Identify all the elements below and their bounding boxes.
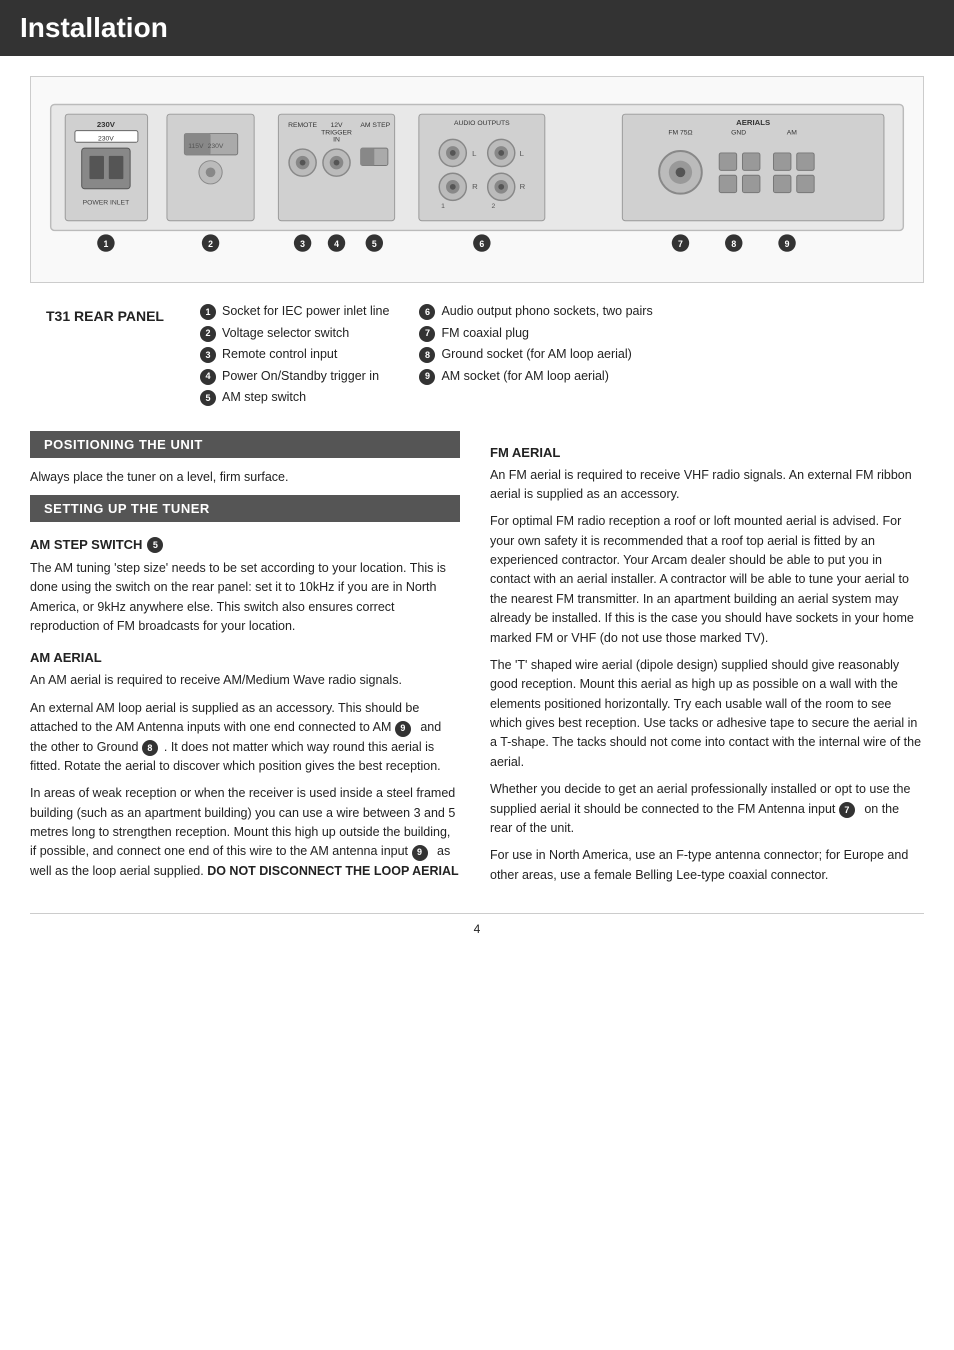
fm-aerial-section: FM AERIAL An FM aerial is required to re… [490, 445, 924, 886]
panel-item-6-text: Audio output phono sockets, two pairs [441, 303, 652, 321]
svg-text:REMOTE: REMOTE [288, 122, 317, 129]
am-step-body: The AM tuning 'step size' needs to be se… [30, 559, 460, 637]
panel-item-9: 9 AM socket (for AM loop aerial) [419, 368, 652, 386]
svg-text:POWER INLET: POWER INLET [83, 199, 130, 206]
num-circle-2: 2 [200, 326, 216, 342]
svg-text:230V: 230V [208, 143, 224, 150]
svg-text:12V: 12V [330, 122, 343, 129]
svg-text:3: 3 [300, 239, 305, 249]
num-circle-6: 6 [419, 304, 435, 320]
panel-item-3: 3 Remote control input [200, 346, 389, 364]
page-number: 4 [30, 913, 924, 936]
rear-panel-diagram: 230V 230V POWER INLET 1 115V 230V 2 [41, 92, 913, 272]
panel-item-3-text: Remote control input [222, 346, 337, 364]
svg-text:230V: 230V [98, 135, 114, 142]
rear-panel-title: T31 REAR PANEL [30, 303, 180, 411]
rear-panel-section: T31 REAR PANEL 1 Socket for IEC power in… [30, 303, 924, 411]
positioning-body: Always place the tuner on a level, firm … [30, 468, 460, 487]
svg-text:L: L [472, 149, 477, 158]
svg-text:4: 4 [334, 239, 339, 249]
svg-text:2: 2 [492, 203, 496, 210]
svg-text:AERIALS: AERIALS [736, 118, 770, 127]
am-step-num: 5 [147, 537, 163, 553]
panel-item-5-text: AM step switch [222, 389, 306, 407]
panel-item-5: 5 AM step switch [200, 389, 389, 407]
panel-item-4: 4 Power On/Standby trigger in [200, 368, 389, 386]
am-aerial-body5: In areas of weak reception or when the r… [30, 784, 460, 881]
page-num-text: 4 [474, 922, 481, 936]
fm-aerial-body2: For optimal FM radio reception a roof or… [490, 512, 924, 648]
diagram-box: 230V 230V POWER INLET 1 115V 230V 2 [30, 76, 924, 283]
num-circle-7: 7 [419, 326, 435, 342]
svg-text:8: 8 [731, 239, 736, 249]
panel-item-2: 2 Voltage selector switch [200, 325, 389, 343]
panel-list-right: 6 Audio output phono sockets, two pairs … [419, 303, 652, 411]
num-circle-8a: 8 [142, 740, 158, 756]
fm-aerial-body3: The 'T' shaped wire aerial (dipole desig… [490, 656, 924, 772]
num-circle-9a: 9 [395, 721, 411, 737]
page-title: Installation [20, 12, 934, 44]
num-circle-3: 3 [200, 347, 216, 363]
svg-text:115V: 115V [188, 143, 204, 150]
panel-item-2-text: Voltage selector switch [222, 325, 349, 343]
am-aerial-body2-text: An external AM loop aerial is supplied a… [30, 701, 419, 734]
svg-text:FM 75Ω: FM 75Ω [668, 130, 692, 137]
svg-text:9: 9 [785, 239, 790, 249]
svg-text:AM: AM [787, 130, 798, 137]
setting-up-header: SETTING UP THE TUNER [30, 495, 460, 522]
svg-text:2: 2 [208, 239, 213, 249]
setting-up-section: SETTING UP THE TUNER AM STEP SWITCH 5 Th… [30, 495, 460, 881]
num-circle-1: 1 [200, 304, 216, 320]
svg-text:AM STEP: AM STEP [360, 122, 390, 129]
panel-item-1-text: Socket for IEC power inlet line [222, 303, 389, 321]
svg-text:L: L [520, 149, 525, 158]
fm-aerial-body5: For use in North America, use an F-type … [490, 846, 924, 885]
panel-item-7-text: FM coaxial plug [441, 325, 529, 343]
svg-text:GND: GND [731, 130, 746, 137]
svg-text:AUDIO OUTPUTS: AUDIO OUTPUTS [454, 120, 510, 127]
panel-item-8: 8 Ground socket (for AM loop aerial) [419, 346, 652, 364]
fm-aerial-body1: An FM aerial is required to receive VHF … [490, 466, 924, 505]
panel-item-6: 6 Audio output phono sockets, two pairs [419, 303, 652, 321]
svg-text:7: 7 [678, 239, 683, 249]
panel-list-left: 1 Socket for IEC power inlet line 2 Volt… [200, 303, 389, 411]
num-circle-5: 5 [200, 390, 216, 406]
fm-aerial-header: FM AERIAL [490, 445, 924, 460]
positioning-header: POSITIONING THE UNIT [30, 431, 460, 458]
panel-item-4-text: Power On/Standby trigger in [222, 368, 379, 386]
panel-item-1: 1 Socket for IEC power inlet line [200, 303, 389, 321]
num-circle-7a: 7 [839, 802, 855, 818]
svg-text:R: R [520, 182, 526, 191]
num-circle-4: 4 [200, 369, 216, 385]
rear-panel-lists: 1 Socket for IEC power inlet line 2 Volt… [200, 303, 924, 411]
svg-text:R: R [472, 182, 478, 191]
am-step-title: AM STEP SWITCH [30, 537, 142, 552]
am-step-subheader: AM STEP SWITCH 5 [30, 536, 460, 553]
svg-text:IN: IN [333, 136, 340, 143]
am-aerial-left-title: AM AERIAL [30, 650, 102, 665]
num-circle-9b: 9 [412, 845, 428, 861]
am-aerial-left-subheader: AM AERIAL [30, 650, 460, 665]
panel-item-9-text: AM socket (for AM loop aerial) [441, 368, 608, 386]
num-circle-9: 9 [419, 369, 435, 385]
panel-item-8-text: Ground socket (for AM loop aerial) [441, 346, 631, 364]
svg-text:1: 1 [103, 239, 108, 249]
num-circle-8: 8 [419, 347, 435, 363]
fm-aerial-body4: Whether you decide to get an aerial prof… [490, 780, 924, 838]
am-aerial-body1: An AM aerial is required to receive AM/M… [30, 671, 460, 690]
col-left: POSITIONING THE UNIT Always place the tu… [30, 431, 460, 894]
panel-item-7: 7 FM coaxial plug [419, 325, 652, 343]
svg-text:230V: 230V [97, 120, 116, 129]
svg-text:1: 1 [441, 203, 445, 210]
two-col-layout: POSITIONING THE UNIT Always place the tu… [30, 431, 924, 894]
do-not-disconnect: DO NOT DISCONNECT THE LOOP AERIAL [207, 864, 458, 878]
page-header: Installation [0, 0, 954, 56]
positioning-section: POSITIONING THE UNIT Always place the tu… [30, 431, 460, 487]
svg-text:5: 5 [372, 239, 377, 249]
am-aerial-body2: An external AM loop aerial is supplied a… [30, 699, 460, 777]
svg-text:6: 6 [479, 239, 484, 249]
col-right: FM AERIAL An FM aerial is required to re… [490, 431, 924, 894]
